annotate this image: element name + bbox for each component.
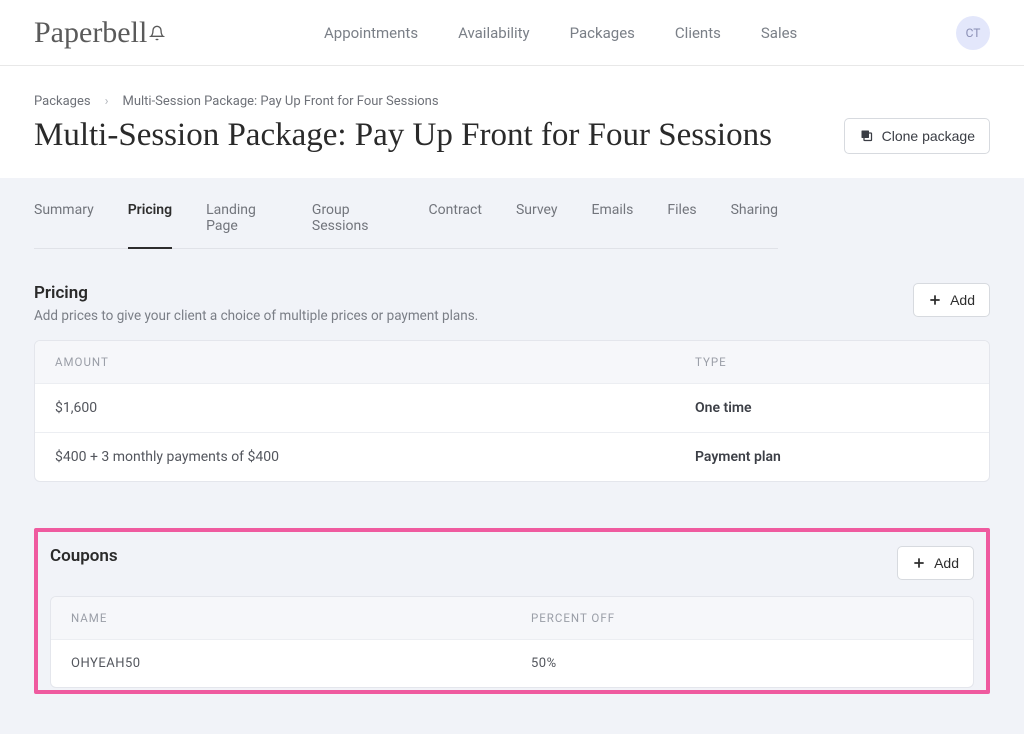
coupons-header-row: NAME PERCENT OFF (51, 597, 973, 639)
pricing-subtitle: Add prices to give your client a choice … (34, 308, 478, 324)
package-tabs: Summary Pricing Landing Page Group Sessi… (34, 202, 778, 249)
nav-sales[interactable]: Sales (761, 24, 797, 42)
tab-landing-page[interactable]: Landing Page (206, 202, 278, 248)
pricing-title: Pricing (34, 283, 478, 303)
pricing-section: Pricing Add prices to give your client a… (34, 283, 990, 482)
add-price-label: Add (950, 292, 975, 308)
pricing-row[interactable]: $1,600 One time (35, 383, 989, 432)
coupon-row[interactable]: OHYEAH50 50% (51, 639, 973, 687)
copy-icon (859, 128, 874, 143)
brand-logo[interactable]: Paperbell (34, 16, 165, 50)
add-coupon-label: Add (934, 555, 959, 571)
pricing-amount: $400 + 3 monthly payments of $400 (55, 449, 695, 465)
plus-icon (912, 556, 926, 570)
coupons-header-name: NAME (71, 611, 531, 625)
main-nav: Appointments Availability Packages Clien… (165, 24, 956, 42)
pricing-header-row: AMOUNT TYPE (35, 341, 989, 383)
brand-text: Paperbell (34, 16, 147, 50)
tab-group-sessions[interactable]: Group Sessions (312, 202, 395, 248)
breadcrumb-root[interactable]: Packages (34, 94, 91, 109)
nav-clients[interactable]: Clients (675, 24, 721, 42)
clone-package-button[interactable]: Clone package (844, 118, 990, 154)
plus-icon (928, 293, 942, 307)
top-nav: Paperbell Appointments Availability Pack… (0, 0, 1024, 66)
pricing-type: One time (695, 400, 969, 416)
tab-sharing[interactable]: Sharing (731, 202, 778, 248)
tab-emails[interactable]: Emails (592, 202, 634, 248)
breadcrumb: Packages › Multi-Session Package: Pay Up… (34, 66, 990, 109)
tab-files[interactable]: Files (667, 202, 696, 248)
coupon-name: OHYEAH50 (71, 656, 531, 671)
pricing-header-amount: AMOUNT (55, 355, 695, 369)
tab-pricing[interactable]: Pricing (128, 202, 172, 249)
add-coupon-button[interactable]: Add (897, 546, 974, 580)
avatar[interactable]: CT (956, 16, 990, 50)
clone-label: Clone package (882, 128, 975, 144)
coupons-table: NAME PERCENT OFF OHYEAH50 50% (50, 596, 974, 688)
breadcrumb-current: Multi-Session Package: Pay Up Front for … (122, 94, 438, 109)
pricing-amount: $1,600 (55, 400, 695, 416)
coupons-title: Coupons (50, 546, 118, 566)
tab-contract[interactable]: Contract (429, 202, 482, 248)
page-title: Multi-Session Package: Pay Up Front for … (34, 117, 772, 154)
pricing-header-type: TYPE (695, 355, 969, 369)
tab-survey[interactable]: Survey (516, 202, 558, 248)
tab-summary[interactable]: Summary (34, 202, 94, 248)
bell-icon (149, 25, 165, 41)
coupon-percent: 50% (531, 656, 953, 671)
nav-availability[interactable]: Availability (458, 24, 530, 42)
chevron-right-icon: › (105, 94, 109, 109)
pricing-row[interactable]: $400 + 3 monthly payments of $400 Paymen… (35, 432, 989, 481)
coupons-section: Coupons Add NAME PERCENT OFF OHYEAH50 50… (50, 546, 974, 688)
coupons-highlight: Coupons Add NAME PERCENT OFF OHYEAH50 50… (34, 528, 990, 694)
coupons-header-percent: PERCENT OFF (531, 611, 953, 625)
nav-packages[interactable]: Packages (570, 24, 635, 42)
nav-appointments[interactable]: Appointments (324, 24, 418, 42)
pricing-table: AMOUNT TYPE $1,600 One time $400 + 3 mon… (34, 340, 990, 482)
add-price-button[interactable]: Add (913, 283, 990, 317)
pricing-type: Payment plan (695, 449, 969, 465)
